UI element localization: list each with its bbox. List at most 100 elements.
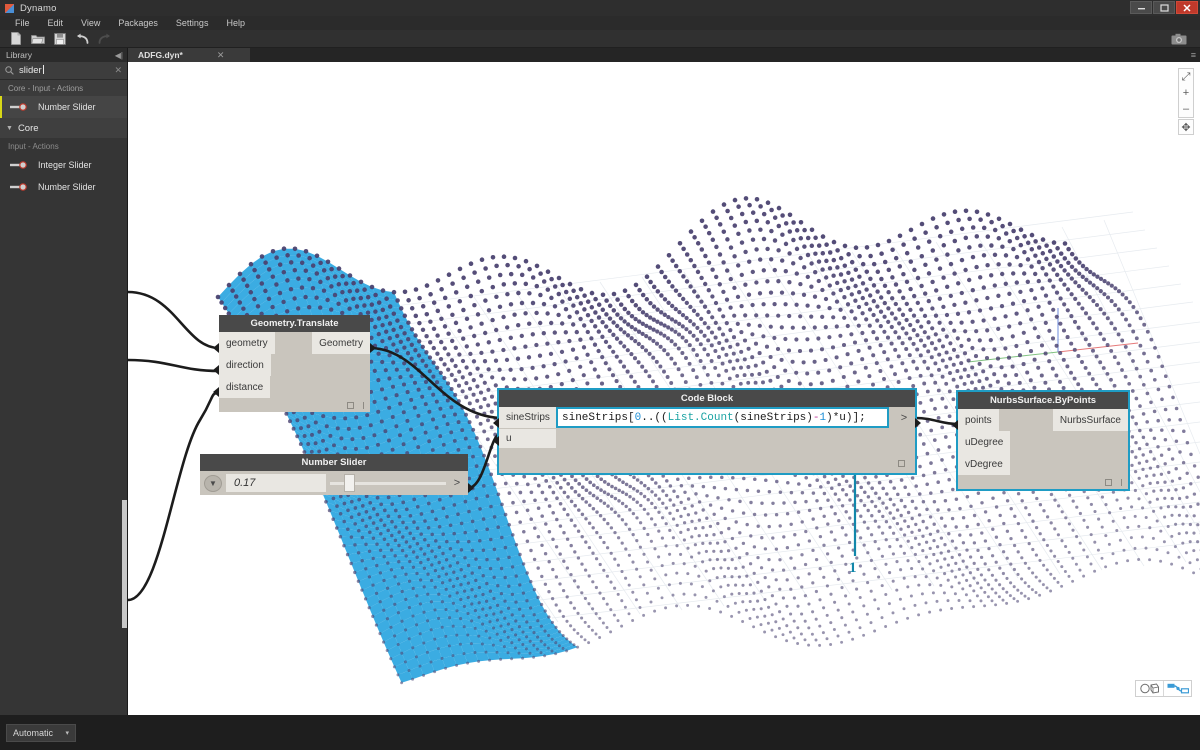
input-port-u[interactable]: u [499, 429, 556, 448]
input-port-sinestrips[interactable]: sineStrips [499, 407, 557, 428]
node-footer [958, 475, 1128, 489]
open-file-icon[interactable] [27, 30, 49, 47]
slider-next-button[interactable]: > [450, 477, 464, 489]
slider-track[interactable] [330, 474, 446, 492]
undo-icon[interactable] [71, 30, 93, 47]
close-button[interactable] [1176, 1, 1198, 14]
close-icon[interactable]: ✕ [217, 50, 225, 61]
slider-icon [10, 103, 28, 111]
zoom-in-icon[interactable]: + [1179, 85, 1193, 101]
port-row: vDegree [958, 453, 1128, 475]
fit-to-screen-icon[interactable]: ⤢ [1179, 69, 1193, 85]
node-footer [219, 398, 370, 412]
slider-thumb[interactable] [344, 474, 355, 492]
dynamo-logo-icon [5, 3, 14, 13]
view-zoom-controls: ⤢ + – [1178, 68, 1194, 118]
chevron-down-icon: ▼ [6, 124, 13, 132]
port-connector-codeblock-out[interactable] [915, 418, 921, 428]
zoom-out-icon[interactable]: – [1179, 101, 1193, 117]
run-mode-dropdown[interactable]: Automatic ▾ [6, 724, 76, 742]
library-group-core[interactable]: ▼ Core [0, 118, 127, 138]
library-scrollbar[interactable] [122, 500, 127, 628]
port-connector-direction[interactable] [213, 365, 219, 375]
maximize-button[interactable] [1153, 1, 1175, 14]
input-port-vdegree[interactable]: vDegree [958, 453, 1010, 475]
clear-search-icon[interactable]: ✕ [114, 65, 122, 76]
library-item-integer-slider[interactable]: Integer Slider [0, 154, 127, 176]
camera-icon[interactable] [1166, 30, 1192, 47]
toolbar [0, 30, 1200, 48]
node-lacing-indicator[interactable] [363, 402, 364, 409]
node-preview-toggle[interactable] [898, 460, 905, 467]
menu-item-edit[interactable]: Edit [39, 16, 73, 30]
tab-strip: ADFG.dyn* ✕ ≡ [128, 48, 1200, 62]
node-nurbssurface-bypoints[interactable]: NurbsSurface.ByPoints points NurbsSurfac… [952, 390, 1130, 491]
library-item-label: Integer Slider [38, 160, 92, 170]
code-block-editor[interactable]: sineStrips[0..((List.Count(sineStrips)-1… [556, 407, 889, 428]
port-row: u [499, 429, 915, 451]
menu-item-view[interactable]: View [72, 16, 109, 30]
code-block-expand-button[interactable]: > [897, 407, 911, 428]
node-lacing-indicator[interactable] [1121, 479, 1122, 486]
port-row: uDegree [958, 431, 1128, 453]
menu-item-packages[interactable]: Packages [109, 16, 167, 30]
node-preview-toggle[interactable] [1105, 479, 1112, 486]
collapse-panel-icon[interactable]: ◀| [115, 51, 123, 60]
node-graph-icon[interactable] [1164, 681, 1191, 696]
input-port-distance[interactable]: distance [219, 376, 271, 398]
geometry-preview-icon[interactable] [1136, 681, 1163, 696]
port-connector-sinestrips[interactable] [493, 418, 499, 428]
library-title: Library [6, 50, 32, 60]
input-port-udegree[interactable]: uDegree [958, 431, 1011, 453]
menu-item-settings[interactable]: Settings [167, 16, 218, 30]
slider-value-field[interactable]: 0.17 [226, 474, 326, 492]
output-port-geometry[interactable]: Geometry [312, 332, 370, 354]
input-port-geometry[interactable]: geometry [219, 332, 275, 354]
port-connector-distance[interactable] [213, 387, 219, 397]
slider-row: ▼ 0.17 > [200, 471, 468, 495]
input-port-direction[interactable]: direction [219, 354, 271, 376]
minimize-button[interactable] [1130, 1, 1152, 14]
port-connector-slider-out[interactable] [468, 483, 474, 493]
dynamo-app-window: Dynamo File Edit View Packages Settings … [0, 0, 1200, 750]
library-header: Library ◀| [0, 48, 127, 62]
node-preview-toggle[interactable] [347, 402, 354, 409]
port-connector-points[interactable] [952, 420, 958, 430]
save-file-icon[interactable] [49, 30, 71, 47]
tab-adfg-dyn[interactable]: ADFG.dyn* ✕ [128, 48, 250, 62]
node-body: geometry Geometry direction distance [219, 332, 370, 412]
window-controls [1130, 1, 1198, 14]
tab-overflow-icon[interactable]: ≡ [1191, 50, 1196, 60]
port-connector-geometry[interactable] [213, 343, 219, 353]
port-connector-u[interactable] [493, 436, 499, 446]
menu-item-help[interactable]: Help [217, 16, 254, 30]
menu-item-file[interactable]: File [6, 16, 39, 30]
search-input[interactable]: slider ✕ [0, 62, 127, 80]
node-title: Number Slider [200, 454, 468, 471]
status-bar [0, 715, 1200, 750]
node-number-slider[interactable]: Number Slider ▼ 0.17 > [200, 454, 474, 495]
port-row: distance [219, 376, 370, 398]
node-geometry-translate[interactable]: Geometry.Translate geometry Geometry dir… [213, 315, 376, 412]
port-connector-geometry-out[interactable] [370, 343, 376, 353]
library-item-label: Number Slider [38, 182, 96, 192]
redo-icon[interactable] [93, 30, 115, 47]
run-mode-label: Automatic [13, 728, 54, 738]
new-file-icon[interactable] [5, 30, 27, 47]
annotation-number-1: 1 [849, 560, 857, 576]
library-panel: Library ◀| slider ✕ Core - Input - Actio… [0, 48, 128, 715]
output-port-nurbssurface[interactable]: NurbsSurface [1052, 409, 1128, 431]
search-input-value: slider [19, 65, 44, 76]
pan-tool-icon[interactable]: ✥ [1178, 119, 1194, 135]
library-item-number-slider[interactable]: Number Slider [0, 176, 127, 198]
search-icon [5, 62, 14, 80]
library-subcategory: Input - Actions [0, 138, 127, 154]
pan-icon-glyph: ✥ [1181, 121, 1191, 134]
chevron-down-icon[interactable]: ▼ [204, 474, 222, 492]
library-item-number-slider-result[interactable]: Number Slider [0, 96, 127, 118]
node-body: points NurbsSurface uDegree vDegree [958, 409, 1128, 489]
tab-label: ADFG.dyn* [138, 50, 183, 60]
node-code-block[interactable]: Code Block sineStrips u sineStrips[0..((… [493, 388, 921, 475]
input-port-points[interactable]: points [958, 409, 999, 431]
code-block-text: sineStrips[0..((List.Count(sineStrips)-1… [562, 411, 866, 424]
